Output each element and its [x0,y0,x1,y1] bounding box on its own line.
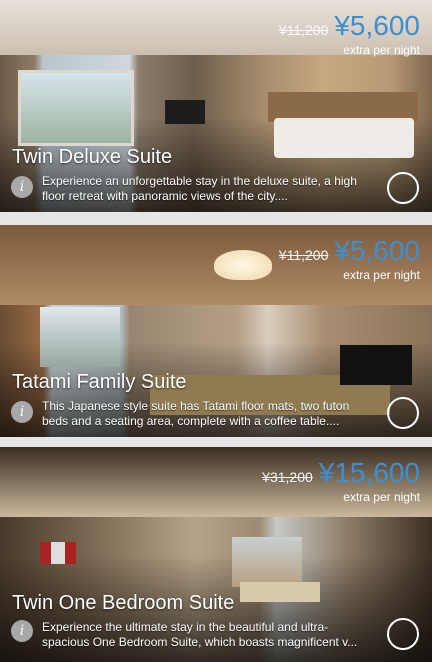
original-price: ¥11,200 [278,247,329,263]
discounted-price: ¥15,600 [318,457,420,488]
discounted-price: ¥5,600 [334,235,420,266]
room-list: ¥11,200 ¥5,600 extra per night Twin Delu… [0,0,432,662]
room-card-tatami-family-suite[interactable]: ¥11,200 ¥5,600 extra per night Tatami Fa… [0,225,432,437]
select-radio-button[interactable] [387,172,419,204]
select-radio-button[interactable] [387,397,419,429]
info-icon[interactable]: i [11,620,33,642]
room-description: Experience an unforgettable stay in the … [42,174,357,203]
price-note: extra per night [343,490,420,504]
original-price: ¥31,200 [262,469,313,485]
room-description: This Japanese style suite has Tatami flo… [42,399,350,428]
price-block: ¥31,200 ¥15,600 extra per night [262,457,420,505]
original-price: ¥11,200 [278,22,329,38]
room-card-twin-one-bedroom-suite[interactable]: ¥31,200 ¥15,600 extra per night Twin One… [0,447,432,662]
discounted-price: ¥5,600 [334,10,420,41]
price-block: ¥11,200 ¥5,600 extra per night [278,10,420,58]
info-icon[interactable]: i [11,401,33,423]
price-block: ¥11,200 ¥5,600 extra per night [278,235,420,283]
price-note: extra per night [343,43,420,57]
price-note: extra per night [343,268,420,282]
room-title: Twin One Bedroom Suite [12,592,235,614]
card-divider [0,437,432,447]
room-description: Experience the ultimate stay in the beau… [42,620,358,649]
room-title: Twin Deluxe Suite [12,146,173,168]
select-radio-button[interactable] [387,618,419,650]
room-title: Tatami Family Suite [12,371,187,393]
info-icon[interactable]: i [11,176,33,198]
card-divider [0,212,432,225]
room-card-twin-deluxe-suite[interactable]: ¥11,200 ¥5,600 extra per night Twin Delu… [0,0,432,212]
